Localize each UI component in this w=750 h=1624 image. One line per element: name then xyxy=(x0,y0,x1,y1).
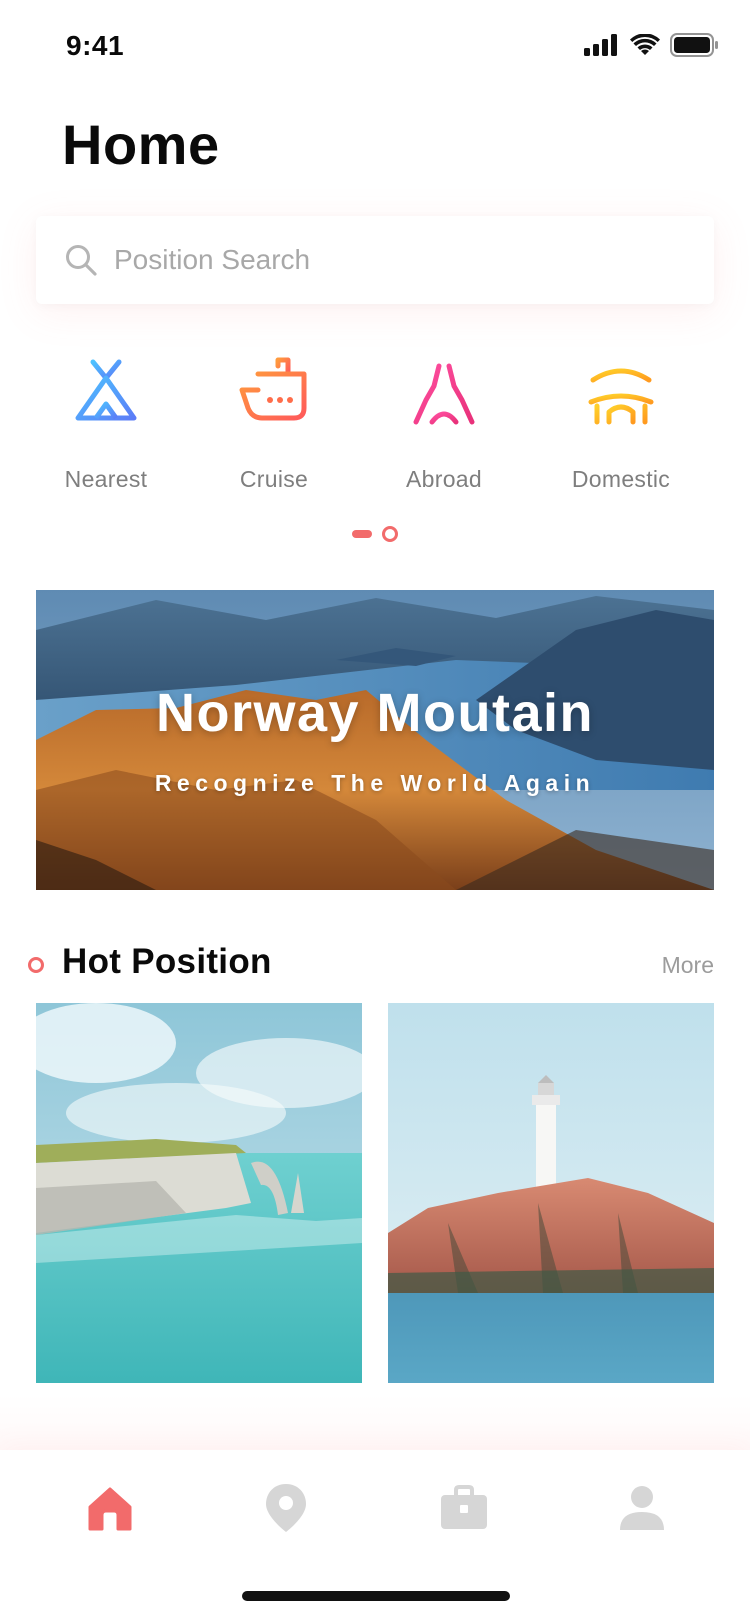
location-pin-icon xyxy=(266,1484,306,1532)
status-time: 9:41 xyxy=(66,30,125,61)
featured-banner[interactable]: Norway Moutain Recognize The World Again xyxy=(36,590,714,890)
ship-icon xyxy=(239,357,307,421)
more-link[interactable]: More xyxy=(662,952,714,979)
section-marker-icon xyxy=(28,957,44,973)
section-title: Hot Position xyxy=(62,942,272,981)
category-pager xyxy=(352,526,398,542)
pager-dot[interactable] xyxy=(382,526,398,542)
pager-dot-active[interactable] xyxy=(352,530,372,538)
hot-position-card[interactable] xyxy=(388,1003,714,1383)
tower-icon xyxy=(413,356,475,425)
lighthouse-photo xyxy=(388,1003,714,1383)
search-input[interactable] xyxy=(114,244,674,276)
sea-cliff-photo xyxy=(36,1003,362,1383)
banner-title: Norway Moutain xyxy=(155,683,595,743)
battery-icon xyxy=(670,33,718,57)
briefcase-icon xyxy=(441,1485,487,1529)
hot-position-card[interactable] xyxy=(36,1003,362,1383)
bottom-fade xyxy=(0,1395,750,1455)
signal-icon xyxy=(584,34,617,56)
page-title: Home xyxy=(62,113,220,176)
banner-subtitle: Recognize The World Again xyxy=(154,770,596,796)
tab-location[interactable] xyxy=(256,1478,316,1538)
tab-trips[interactable] xyxy=(434,1478,494,1538)
home-indicator[interactable] xyxy=(242,1591,510,1601)
category-label: Nearest xyxy=(64,466,148,492)
status-icons xyxy=(584,33,718,57)
category-domestic[interactable]: Domestic xyxy=(541,356,701,493)
tab-profile[interactable] xyxy=(612,1478,672,1538)
category-cruise[interactable]: Cruise xyxy=(194,356,354,493)
search-icon xyxy=(66,245,97,276)
tent-icon xyxy=(75,359,137,421)
category-label: Abroad xyxy=(406,466,482,492)
pavilion-icon xyxy=(588,357,654,425)
wifi-icon xyxy=(630,34,660,55)
category-nearest[interactable]: Nearest xyxy=(26,356,186,493)
tab-home[interactable] xyxy=(80,1478,140,1538)
category-row: Nearest Cruise Abroad Domestic xyxy=(0,356,750,496)
category-abroad[interactable]: Abroad xyxy=(364,356,524,493)
search-bar[interactable] xyxy=(36,216,714,304)
home-icon xyxy=(88,1487,132,1531)
category-label: Cruise xyxy=(239,466,309,492)
category-label: Domestic xyxy=(571,466,671,492)
user-icon xyxy=(620,1486,664,1530)
